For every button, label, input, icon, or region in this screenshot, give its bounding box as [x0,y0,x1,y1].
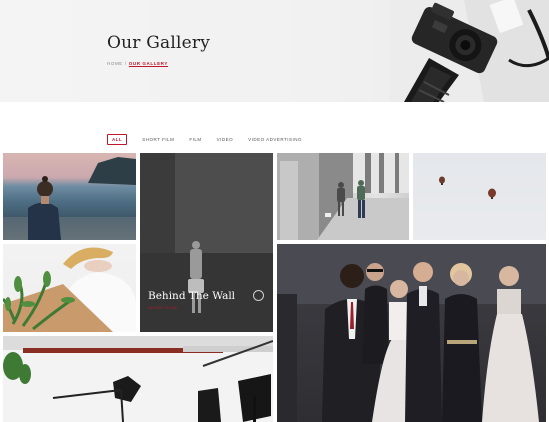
gallery-item-behind-the-wall[interactable]: Behind The Wall SHORT FILM [140,153,273,332]
party-photo [277,244,546,422]
breadcrumb-separator: / [124,61,127,66]
studio-photo [3,336,273,422]
gallery-filters: ALL SHORT FILM FILM VIDEO VIDEO ADVERTIS… [107,134,317,145]
page-header: Our Gallery HOME / OUR GALLERY [0,0,549,102]
street-photo [277,153,409,240]
filter-short-film[interactable]: SHORT FILM [142,135,174,144]
gallery-item-street[interactable] [277,153,409,240]
gallery-item-balloons[interactable] [413,153,546,240]
gallery-item-studio[interactable] [3,336,273,422]
filter-video-advertising[interactable]: VIDEO ADVERTISING [248,135,302,144]
view-circle-button[interactable] [253,290,264,301]
gallery-item-party-group[interactable] [277,244,546,422]
filter-film[interactable]: FILM [189,135,201,144]
camera-image [389,0,549,102]
filter-video[interactable]: VIDEO [217,135,234,144]
balloons-photo [439,176,496,199]
sea-photo [3,157,136,240]
item-title: Behind The Wall [148,290,236,302]
item-category: SHORT FILM [148,305,178,310]
breadcrumb-home-link[interactable]: HOME [107,61,123,66]
breadcrumb-current: OUR GALLERY [128,61,168,66]
filter-all[interactable]: ALL [107,134,128,145]
page-title: Our Gallery [107,33,210,53]
gallery-item-sea-man[interactable] [3,153,136,240]
gallery-item-plant-woman[interactable] [3,244,136,332]
breadcrumb: HOME / OUR GALLERY [107,61,168,66]
plant-photo [3,247,136,332]
